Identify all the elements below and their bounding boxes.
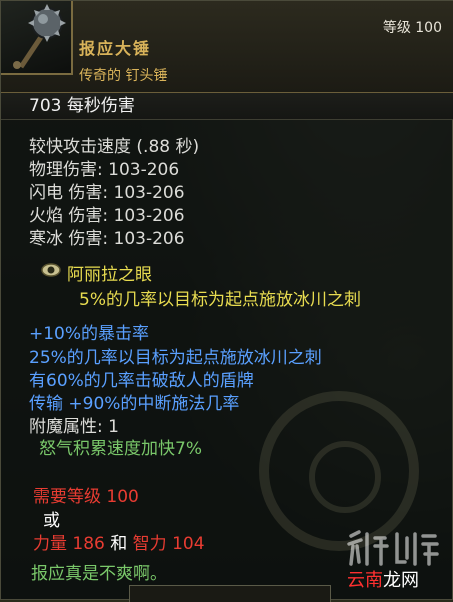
watermark-text: 云南龙网 [347,566,419,592]
enchant-value: 怒气积累速度加快7% [39,439,202,459]
requirement-or: 或 [43,511,60,531]
attack-speed: 较快攻击速度 (.88 秒) [29,137,200,157]
requirement-attributes: 力量 186 和 智力 104 [33,529,205,554]
background-gear-ornament [259,391,419,551]
item-tooltip: 报应大锤 传奇的 钉头锤 等级 100 703 每秒伤害 较快攻击速度 (.88… [0,0,453,602]
required-strength: 力量 186 [33,534,105,554]
required-intelligence: 智力 104 [132,534,205,554]
required-level: 需要等级 100 [33,487,139,507]
background-gear-inner [309,441,381,513]
magic-prop-crit: +10%的暴击率 [29,324,150,344]
hotbar-edge [129,585,331,602]
gem-name: 阿丽拉之眼 [67,265,152,285]
requirement-and: 和 [110,534,128,554]
magic-prop-interrupt: 传输 +90%的中断施法几率 [29,394,240,414]
mace-icon [1,1,73,75]
gem-effect: 5%的几率以目标为起点施放冰川之刺 [79,290,361,310]
physical-damage: 物理伤害: 103-206 [29,160,180,180]
dps-value: 703 每秒伤害 [1,93,453,120]
eye-gem-icon [41,262,61,278]
cold-damage: 寒冰 伤害: 103-206 [29,229,185,249]
tooltip-header: 报应大锤 传奇的 钉头锤 等级 100 [1,1,453,94]
watermark-text-prefix: 云南 [347,570,383,591]
watermark-text-suffix: 龙网 [383,570,419,591]
flavor-text: 报应真是不爽啊。 [31,564,167,584]
item-level: 等级 100 [382,20,442,36]
item-type: 传奇的 钉头锤 [79,68,168,84]
magic-prop-shield-break: 有60%的几率击破敌人的盾牌 [29,371,254,391]
magic-prop-glacial-spike: 25%的几率以目标为起点施放冰川之刺 [29,348,322,368]
lightning-damage: 闪电 伤害: 103-206 [29,183,185,203]
fire-damage: 火焰 伤害: 103-206 [29,206,185,226]
item-name: 报应大锤 [79,39,152,58]
